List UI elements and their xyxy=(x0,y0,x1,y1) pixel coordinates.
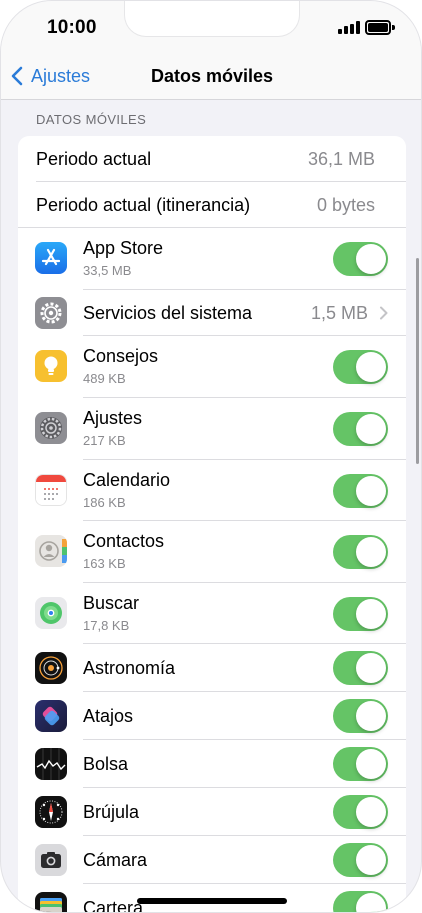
app-data-usage: 186 KB xyxy=(83,495,126,510)
app-name: App Store xyxy=(83,238,164,258)
astronomy-icon xyxy=(35,652,67,684)
app-data-usage: 217 KB xyxy=(83,433,126,448)
cellular-toggle-find-my[interactable] xyxy=(333,597,388,631)
section-header: DATOS MÓVILES xyxy=(36,112,147,127)
app-name: Atajos xyxy=(83,706,134,726)
app-name: Bolsa xyxy=(83,754,129,774)
cellular-toggle-contacts[interactable] xyxy=(333,535,388,569)
page-title: Datos móviles xyxy=(150,66,274,86)
find-my-icon xyxy=(35,597,67,629)
app-name: Brújula xyxy=(83,802,140,822)
stat-label: Periodo actual (itinerancia) xyxy=(36,195,251,215)
app-name: Cámara xyxy=(83,850,148,870)
app-row-calendar: Calendario 186 KB xyxy=(18,460,406,521)
app-row-system-services[interactable]: Servicios del sistema 1,5 MB xyxy=(18,290,406,336)
cellular-toggle-astronomy[interactable] xyxy=(333,651,388,685)
app-data-usage: 163 KB xyxy=(83,556,126,571)
settings-gear-icon xyxy=(35,412,67,444)
system-services-gear-icon xyxy=(35,297,67,329)
wallet-icon xyxy=(35,892,67,912)
compass-icon xyxy=(35,796,67,828)
app-name: Buscar xyxy=(83,593,140,613)
cellular-toggle-shortcuts[interactable] xyxy=(333,699,388,733)
cellular-toggle-tips[interactable] xyxy=(333,350,388,384)
shortcuts-icon xyxy=(35,700,67,732)
app-name: Consejos xyxy=(83,346,159,366)
cellular-signal-icon xyxy=(338,21,360,34)
cellular-toggle-camera[interactable] xyxy=(333,843,388,877)
app-name: Servicios del sistema xyxy=(83,303,253,323)
app-name: Ajustes xyxy=(83,408,143,428)
app-row-tips: Consejos 489 KB xyxy=(18,336,406,398)
phone-screen: 10:00 Ajustes Datos móviles DATOS MÓVILE… xyxy=(0,0,422,913)
home-indicator[interactable] xyxy=(137,898,287,904)
app-name: Contactos xyxy=(83,531,165,551)
settings-list: Periodo actual 36,1 MB Periodo actual (i… xyxy=(18,136,406,913)
app-row-camera: Cámara xyxy=(18,836,406,884)
app-data-usage: 33,5 MB xyxy=(83,263,132,278)
app-data-usage: 17,8 KB xyxy=(83,618,130,633)
app-name: Calendario xyxy=(83,470,171,490)
app-row-astronomy: Astronomía xyxy=(18,644,406,692)
cellular-toggle-wallet[interactable] xyxy=(333,891,388,912)
tips-lightbulb-icon xyxy=(35,350,67,382)
calendar-icon xyxy=(35,474,67,506)
scrollbar[interactable] xyxy=(416,258,419,464)
app-data-usage: 489 KB xyxy=(83,371,126,386)
navigation-bar: Ajustes Datos móviles xyxy=(1,53,421,100)
camera-icon xyxy=(35,844,67,876)
stat-row-current-period: Periodo actual 36,1 MB xyxy=(18,136,406,182)
app-row-compass: Brújula xyxy=(18,788,406,836)
status-bar: 10:00 xyxy=(1,1,421,53)
app-data-usage: 1,5 MB xyxy=(310,303,368,323)
stocks-icon xyxy=(35,748,67,780)
app-store-icon xyxy=(35,242,67,274)
status-time: 10:00 xyxy=(47,17,97,38)
cellular-toggle-settings[interactable] xyxy=(333,412,388,446)
cellular-toggle-stocks[interactable] xyxy=(333,747,388,781)
app-row-app-store: App Store 33,5 MB xyxy=(18,228,406,290)
stat-label: Periodo actual xyxy=(36,149,152,169)
app-name: Astronomía xyxy=(83,658,176,678)
stat-value: 0 bytes xyxy=(316,195,375,215)
stat-value: 36,1 MB xyxy=(307,149,375,169)
contacts-icon xyxy=(35,535,67,567)
chevron-right-icon xyxy=(380,306,388,320)
app-row-settings: Ajustes 217 KB xyxy=(18,398,406,460)
app-row-stocks: Bolsa xyxy=(18,740,406,788)
battery-icon xyxy=(365,20,395,35)
notch xyxy=(124,1,300,37)
cellular-toggle-compass[interactable] xyxy=(333,795,388,829)
app-row-shortcuts: Atajos xyxy=(18,692,406,740)
stat-row-roaming-period: Periodo actual (itinerancia) 0 bytes xyxy=(18,182,406,228)
app-row-find-my: Buscar 17,8 KB xyxy=(18,583,406,644)
cellular-toggle-app-store[interactable] xyxy=(333,242,388,276)
app-name: Cartera xyxy=(83,898,144,913)
app-row-contacts: Contactos 163 KB xyxy=(18,521,406,583)
cellular-toggle-calendar[interactable] xyxy=(333,474,388,508)
